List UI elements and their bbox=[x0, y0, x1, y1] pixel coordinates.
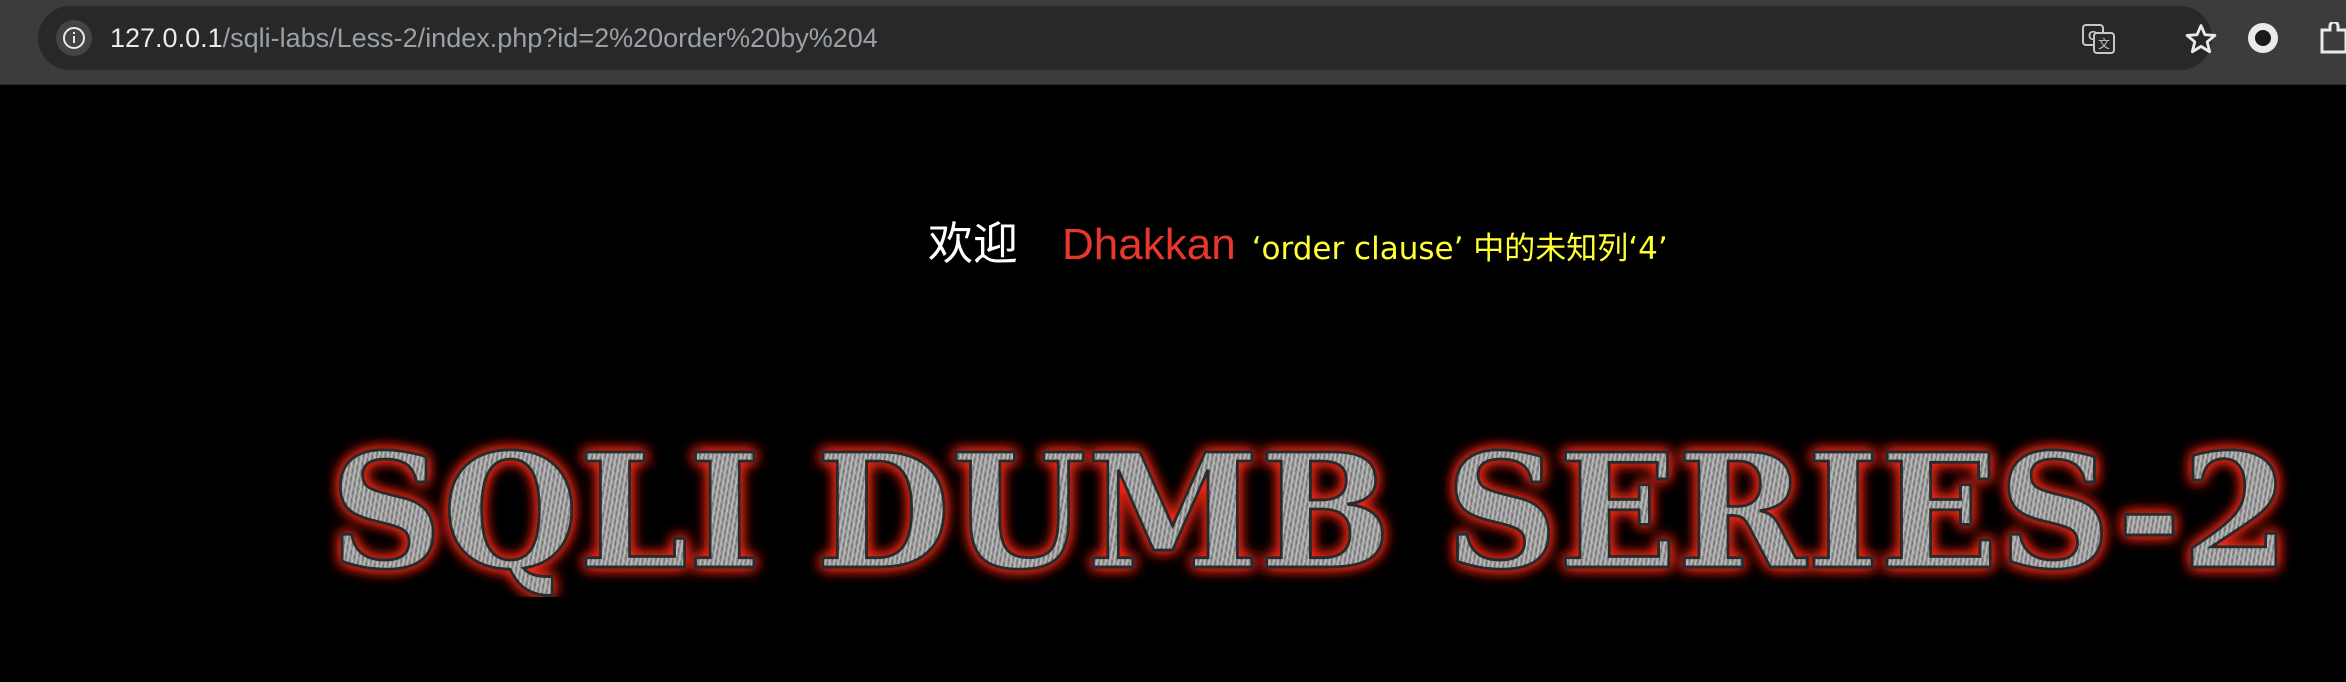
welcome-line: 欢迎 Dhakkan ‘order clause’ 中的未知列‘4’ bbox=[928, 207, 1668, 277]
username: Dhakkan bbox=[1062, 220, 1236, 269]
bookmark-star-icon[interactable] bbox=[2184, 22, 2218, 56]
site-info-icon[interactable] bbox=[56, 20, 92, 56]
welcome-label: 欢迎 bbox=[928, 217, 1019, 270]
address-bar[interactable]: 127.0.0.1/sqli-labs/Less-2/index.php?id=… bbox=[38, 6, 2217, 70]
puzzle-icon[interactable] bbox=[2318, 22, 2346, 54]
extension-icon[interactable] bbox=[2246, 21, 2280, 55]
translate-icon[interactable]: G 文 bbox=[2082, 24, 2116, 54]
banner-text: SQLI DUMB SERIES-2 bbox=[330, 420, 2290, 597]
url-path: /sqli-labs/Less-2/index.php?id=2%20order… bbox=[222, 23, 878, 53]
url-text[interactable]: 127.0.0.1/sqli-labs/Less-2/index.php?id=… bbox=[110, 22, 878, 54]
sqli-dumb-series-logo: SQLI DUMB SERIES-2 bbox=[329, 419, 2292, 598]
browser-toolbar: 127.0.0.1/sqli-labs/Less-2/index.php?id=… bbox=[0, 0, 2346, 85]
page-content: 欢迎 Dhakkan ‘order clause’ 中的未知列‘4’ SQLI … bbox=[0, 85, 2346, 682]
svg-text:文: 文 bbox=[2098, 36, 2110, 51]
sql-error-message: ‘order clause’ 中的未知列‘4’ bbox=[1251, 231, 1668, 267]
url-host: 127.0.0.1 bbox=[110, 23, 223, 53]
